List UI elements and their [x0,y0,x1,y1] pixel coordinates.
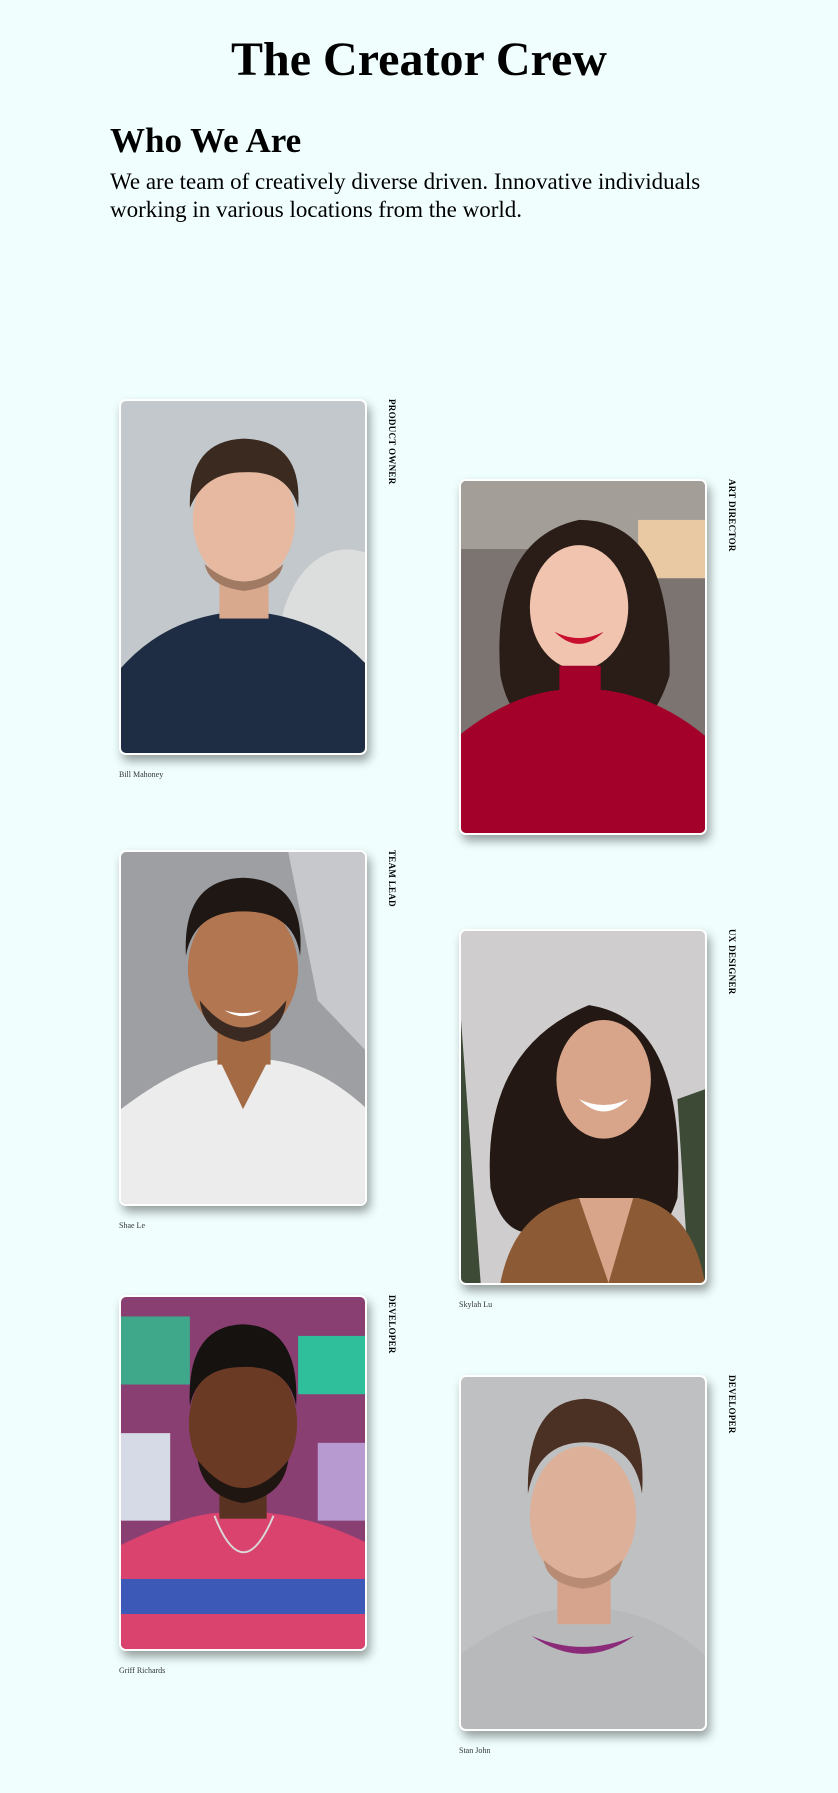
member-name: Stan John [459,1746,491,1755]
member-photo [119,399,367,755]
member-photo [459,1375,707,1731]
member-role: PRODUCT OWNER [387,399,397,485]
member-role: DEVELOPER [387,1295,397,1354]
intro-text: We are team of creatively diverse driven… [110,169,701,222]
member-photo [119,1295,367,1651]
member-name: Griff Richards [119,1666,166,1675]
member-role: DEVELOPER [727,1375,737,1434]
member-photo [459,479,707,835]
section-heading: Who We Are [110,121,302,160]
member-photo [459,929,707,1285]
member-role: UX DESIGNER [727,929,737,995]
member-role: ART DIRECTOR [727,479,737,552]
member-role: TEAM LEAD [387,850,397,907]
member-name: Bill Mahoney [119,770,164,779]
team-page: The Creator Crew Who We Are We are team … [0,0,838,1793]
site-title: The Creator Crew [231,33,607,86]
member-photo [119,850,367,1206]
member-name: Shae Le [119,1221,145,1230]
member-name: Skylah Lu [459,1300,493,1309]
